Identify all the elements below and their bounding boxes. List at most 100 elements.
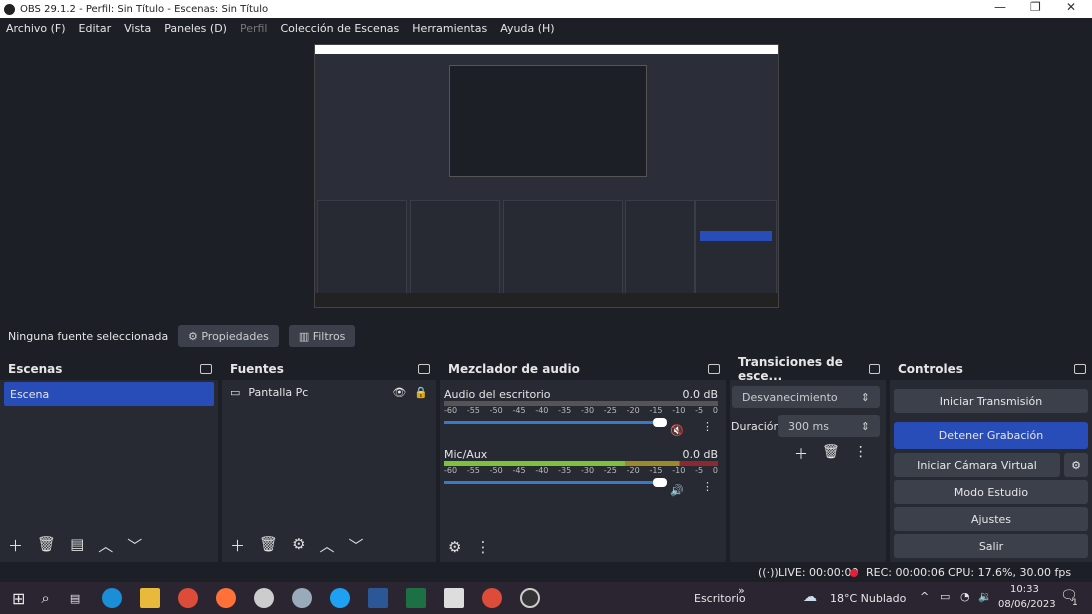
menu-ayuda[interactable]: Ayuda (H) — [500, 22, 554, 35]
dock-title: Mezclador de audio — [448, 362, 580, 376]
lock-icon[interactable]: 🔒 — [414, 386, 428, 399]
duration-spinbox[interactable]: 300 ms ⇕ — [778, 415, 880, 437]
volume-slider[interactable] — [444, 418, 667, 427]
menu-perfil[interactable]: Perfil — [240, 22, 268, 35]
exit-button[interactable]: Salir — [894, 534, 1088, 558]
dock-title: Transiciones de esce... — [738, 355, 843, 383]
source-item[interactable]: ▭ Pantalla Pc 👁 🔒 — [222, 380, 436, 404]
settings-button[interactable]: Ajustes — [894, 507, 1088, 531]
down-icon[interactable]: ﹀ — [127, 535, 142, 556]
nested-preview — [449, 65, 647, 177]
scale-tick: -55 — [466, 406, 480, 415]
file-explorer-icon[interactable] — [140, 588, 161, 608]
word-icon[interactable] — [368, 588, 389, 608]
add-icon[interactable]: ＋ — [230, 535, 245, 556]
scale-tick: 0 — [712, 466, 718, 475]
scale-tick: -10 — [672, 466, 686, 475]
chrome-icon[interactable] — [178, 588, 199, 608]
menu-coleccion[interactable]: Colección de Escenas — [281, 22, 400, 35]
float-icon[interactable] — [200, 364, 212, 374]
virtual-camera-settings-gear-icon[interactable]: ⚙ — [1064, 453, 1088, 477]
up-icon[interactable]: ︿ — [98, 535, 113, 556]
menu-dots-icon[interactable]: ⋮ — [475, 538, 490, 556]
float-icon[interactable] — [708, 364, 720, 374]
audio-mixer-dock: Mezclador de audio Audio del escritorio 0… — [440, 358, 728, 562]
chrome-icon[interactable] — [482, 588, 503, 608]
scale-tick: -35 — [558, 406, 572, 415]
edge-icon[interactable] — [102, 588, 123, 608]
search-icon[interactable]: ⌕ — [41, 589, 49, 607]
start-virtual-camera-button[interactable]: Iniciar Cámara Virtual — [894, 453, 1060, 477]
task-view-icon[interactable]: ▤ — [70, 592, 80, 605]
menu-dots-icon[interactable]: ⋮ — [702, 480, 713, 493]
clock-time[interactable]: 10:33 — [1010, 584, 1039, 595]
trash-icon[interactable]: 🗑 — [822, 444, 840, 464]
app-icon[interactable] — [292, 588, 313, 608]
excel-icon[interactable] — [406, 588, 427, 608]
add-icon[interactable]: ＋ — [8, 535, 23, 556]
gear-icon[interactable]: ⚙ — [292, 535, 305, 556]
app-icon[interactable] — [254, 588, 275, 608]
scale-tick: -15 — [649, 406, 663, 415]
channel-mic-aux: Mic/Aux 0.0 dB -60 -55 -50 -45 -40 -35 -30 -25 -2… — [444, 448, 718, 497]
menu-archivo[interactable]: Archivo (F) — [6, 22, 66, 35]
scale-tick: 0 — [712, 406, 718, 415]
volume-icon[interactable]: 🔉 — [978, 590, 992, 603]
scale-tick: -5 — [695, 466, 704, 475]
tray-chevron-icon[interactable]: ^ — [920, 590, 929, 603]
maximize-button[interactable]: ❐ — [1030, 0, 1041, 14]
start-streaming-button[interactable]: Iniciar Transmisión — [894, 389, 1088, 413]
menu-dots-icon[interactable]: ⋮ — [702, 420, 713, 433]
menu-paneles[interactable]: Paneles (D) — [164, 22, 227, 35]
filter-icon[interactable]: ▤ — [70, 535, 84, 556]
window-title: OBS 29.1.2 - Perfil: Sin Título - Escena… — [20, 3, 269, 15]
obs-logo-icon — [4, 3, 15, 15]
stop-recording-button[interactable]: Detener Grabación — [894, 422, 1088, 449]
rec-time: REC: 00:00:06 — [866, 566, 945, 579]
scale-tick: -50 — [489, 406, 503, 415]
firefox-icon[interactable] — [216, 588, 237, 608]
menu-herramientas[interactable]: Herramientas — [412, 22, 487, 35]
volume-slider[interactable] — [444, 478, 667, 487]
float-icon[interactable] — [1074, 364, 1086, 374]
float-icon[interactable] — [869, 364, 880, 374]
calculator-icon[interactable] — [444, 588, 465, 608]
up-icon[interactable]: ︿ — [320, 535, 335, 556]
battery-icon[interactable]: ▭ — [940, 590, 950, 603]
rec-indicator-icon — [850, 569, 858, 577]
dock-title: Controles — [898, 362, 963, 376]
minimize-button[interactable]: — — [994, 0, 1006, 14]
scale-tick: -45 — [512, 406, 526, 415]
dock-title: Fuentes — [230, 362, 284, 376]
chevron-icon[interactable]: » — [738, 584, 745, 597]
meter-scale: -60 -55 -50 -45 -40 -35 -30 -25 -20 -15 -10 -5 0 — [444, 466, 718, 475]
scale-tick: -25 — [603, 406, 617, 415]
advanced-audio-icon[interactable]: ⚙ — [448, 538, 461, 556]
muted-speaker-icon[interactable]: 🔇 — [670, 424, 684, 437]
preview-canvas[interactable] — [314, 44, 779, 308]
speaker-icon[interactable]: 🔊 — [670, 484, 684, 497]
filters-button[interactable]: ▥ Filtros — [288, 325, 356, 347]
clock-date[interactable]: 08/06/2023 — [998, 599, 1056, 610]
transition-select[interactable]: Desvanecimiento ⇕ — [732, 386, 880, 408]
internet-explorer-icon[interactable] — [330, 588, 351, 608]
studio-mode-button[interactable]: Modo Estudio — [894, 480, 1088, 504]
down-icon[interactable]: ﹀ — [349, 535, 364, 556]
add-icon[interactable]: ＋ — [794, 444, 808, 464]
close-button[interactable]: ✕ — [1066, 0, 1076, 14]
weather[interactable]: 18°C Nublado — [830, 592, 906, 605]
menu-vista[interactable]: Vista — [124, 22, 151, 35]
properties-button[interactable]: ⚙ Propiedades — [178, 325, 279, 347]
trash-icon[interactable]: 🗑 — [259, 535, 278, 556]
windows-start-icon[interactable]: ⊞ — [12, 589, 25, 608]
eye-icon[interactable]: 👁 — [392, 386, 406, 399]
menu-dots-icon[interactable]: ⋮ — [854, 444, 868, 464]
scene-item[interactable]: Escena — [4, 382, 214, 406]
menu-editar[interactable]: Editar — [79, 22, 112, 35]
obs-icon[interactable] — [520, 588, 541, 608]
scale-tick: -15 — [649, 466, 663, 475]
float-icon[interactable] — [418, 364, 430, 374]
dock-title: Escenas — [8, 362, 63, 376]
wifi-icon[interactable]: ◔ — [960, 590, 970, 603]
trash-icon[interactable]: 🗑 — [37, 535, 56, 556]
